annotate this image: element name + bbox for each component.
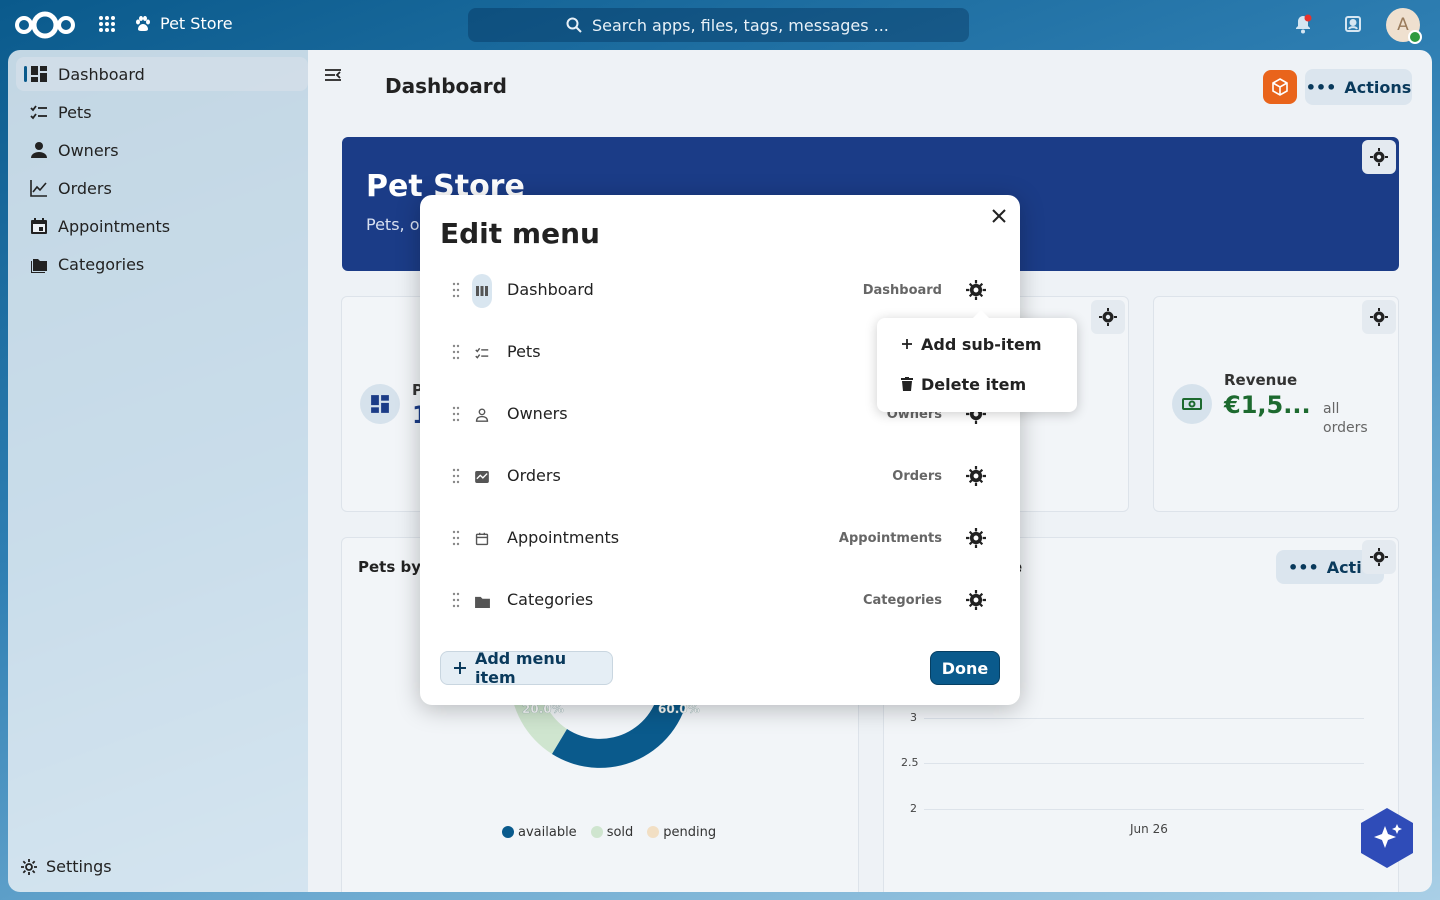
plus-icon xyxy=(902,339,912,349)
plus-icon xyxy=(453,662,466,674)
folder-icon xyxy=(474,596,490,608)
dashboard-columns-icon xyxy=(476,286,488,296)
dialog-title: Edit menu xyxy=(440,217,600,250)
row-actions-popover: Add sub-item Delete item xyxy=(877,310,1077,412)
icon-picker-button[interactable] xyxy=(472,584,492,618)
done-button[interactable]: Done xyxy=(930,651,1000,685)
drag-handle-icon[interactable] xyxy=(452,591,460,609)
drag-handle-icon[interactable] xyxy=(452,529,460,547)
calendar-icon xyxy=(475,532,489,546)
drag-handle-icon[interactable] xyxy=(452,343,460,361)
menu-row: Orders Orders xyxy=(440,454,1000,498)
menu-row-label[interactable]: Owners xyxy=(507,404,568,423)
add-sub-item-label: Add sub-item xyxy=(921,334,1042,354)
trash-icon xyxy=(901,377,913,391)
menu-row-label[interactable]: Pets xyxy=(507,342,541,361)
icon-picker-button[interactable] xyxy=(472,398,492,432)
add-sub-item-button[interactable]: Add sub-item xyxy=(877,324,1077,364)
chart-box-icon xyxy=(475,471,489,483)
drag-handle-icon[interactable] xyxy=(452,467,460,485)
delete-item-label: Delete item xyxy=(921,374,1027,394)
close-icon xyxy=(992,209,1006,223)
drag-handle-icon[interactable] xyxy=(452,405,460,423)
add-menu-item-label: Add menu item xyxy=(474,649,567,687)
gear-icon[interactable] xyxy=(966,280,986,300)
close-button[interactable] xyxy=(989,206,1009,226)
add-menu-item-button[interactable]: Add menu item xyxy=(440,649,613,687)
menu-row: Dashboard Dashboard xyxy=(440,268,1000,312)
menu-row-label[interactable]: Orders xyxy=(507,466,561,485)
checklist-icon xyxy=(475,347,489,359)
menu-row-label[interactable]: Dashboard xyxy=(507,280,594,299)
icon-picker-button[interactable] xyxy=(472,460,492,494)
done-label: Done xyxy=(941,658,989,678)
edit-menu-dialog: Edit menu Dashboard Dashboard Pets Owner… xyxy=(420,195,1020,705)
menu-row-label[interactable]: Categories xyxy=(507,590,593,609)
person-icon xyxy=(475,408,489,422)
menu-row: Categories Categories xyxy=(440,578,1000,622)
menu-row-route: Categories xyxy=(862,593,942,608)
gear-icon[interactable] xyxy=(966,528,986,548)
icon-picker-button[interactable] xyxy=(472,522,492,556)
delete-item-button[interactable]: Delete item xyxy=(877,364,1077,404)
menu-row: Appointments Appointments xyxy=(440,516,1000,560)
menu-row-label[interactable]: Appointments xyxy=(507,528,619,547)
drag-handle-icon[interactable] xyxy=(452,281,460,299)
icon-picker-button[interactable] xyxy=(472,274,492,308)
menu-row-route: Appointments xyxy=(838,531,942,546)
icon-picker-button[interactable] xyxy=(472,336,492,370)
menu-row-route: Orders xyxy=(892,469,942,484)
menu-row-route: Dashboard xyxy=(862,283,942,298)
gear-icon[interactable] xyxy=(966,466,986,486)
gear-icon[interactable] xyxy=(966,590,986,610)
